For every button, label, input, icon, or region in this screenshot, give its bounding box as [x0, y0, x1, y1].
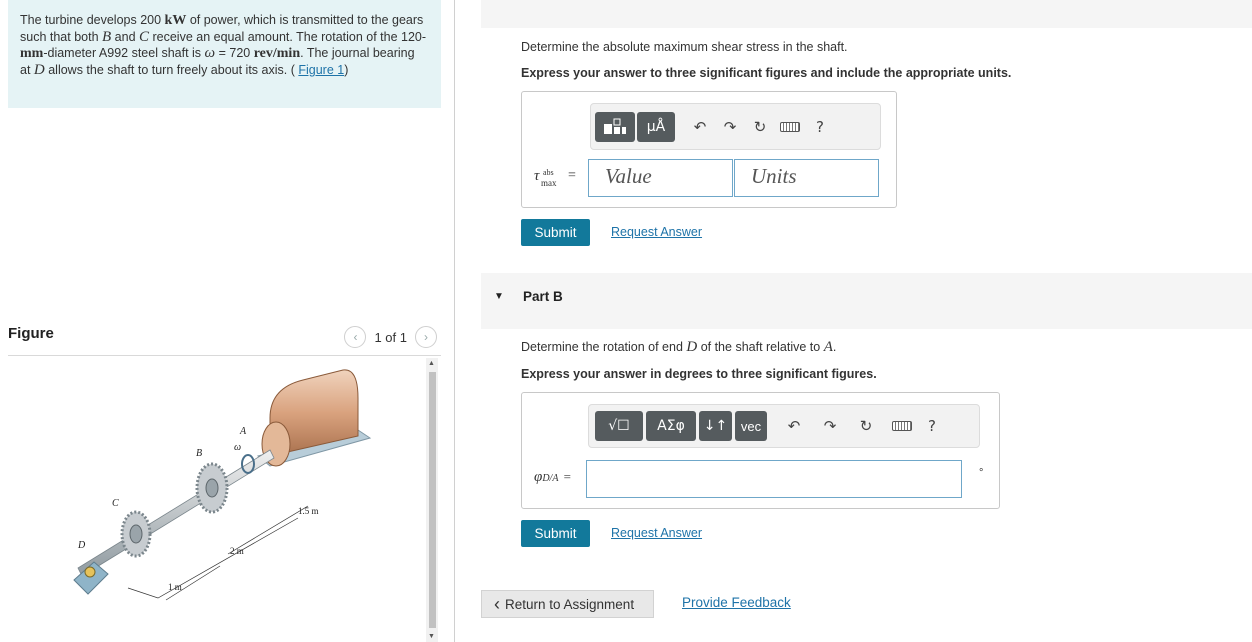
- phi-answer-input[interactable]: [586, 460, 962, 498]
- var-a: A: [823, 339, 833, 355]
- figure-link[interactable]: Figure 1: [298, 63, 344, 77]
- question-text: Determine the rotation of end: [521, 340, 687, 354]
- value-input[interactable]: Value: [588, 159, 733, 197]
- arrows-button[interactable]: ↓↑: [699, 411, 732, 441]
- label-c: C: [112, 498, 119, 509]
- question-text: of the shaft relative to: [697, 340, 824, 354]
- figure-scrollbar[interactable]: ▲ ▼: [426, 358, 438, 642]
- provide-feedback-link[interactable]: Provide Feedback: [682, 595, 791, 610]
- figure-header: Figure ‹ 1 of 1 ›: [8, 322, 441, 356]
- figure-navigation: ‹ 1 of 1 ›: [344, 326, 437, 348]
- part-b-header[interactable]: [481, 273, 1252, 329]
- part-b-request-answer-link[interactable]: Request Answer: [611, 526, 702, 540]
- next-figure-button[interactable]: ›: [415, 326, 437, 348]
- speed-unit: rev/min: [253, 46, 301, 61]
- part-b-question: Determine the rotation of end D of the s…: [521, 339, 836, 356]
- part-b-instruction: Express your answer in degrees to three …: [521, 367, 877, 381]
- problem-text: receive an equal amount. The rotation of…: [149, 30, 427, 44]
- column-divider: [454, 0, 455, 642]
- degree-symbol: °: [979, 467, 984, 479]
- templates-icon: [604, 118, 626, 134]
- var-omega: ω: [204, 45, 216, 61]
- help-icon[interactable]: ?: [917, 411, 947, 441]
- scroll-down-icon[interactable]: ▼: [428, 633, 435, 640]
- power-unit: kW: [164, 13, 187, 28]
- chevron-right-icon: ›: [424, 330, 428, 344]
- redo-icon[interactable]: ↷: [815, 411, 845, 441]
- shaft-diagram: A ω B C D 1 m 2 m 1.5 m: [73, 369, 372, 601]
- problem-text: -diameter A992 steel shaft is: [43, 46, 205, 60]
- var-c: C: [139, 29, 150, 45]
- redo-icon[interactable]: ↷: [715, 112, 745, 142]
- reset-icon[interactable]: ↻: [745, 112, 775, 142]
- label-b: B: [196, 448, 202, 459]
- problem-text: allows the shaft to turn freely about it…: [44, 63, 295, 77]
- scroll-up-icon[interactable]: ▲: [428, 360, 435, 367]
- return-label: Return to Assignment: [505, 596, 635, 612]
- part-b-answer-box: √☐ ΑΣφ ↓↑ vec ↶ ↷ ↻ ? φD/A = °: [521, 392, 1000, 509]
- problem-text: ): [344, 63, 349, 77]
- max-subscript: max: [541, 178, 557, 188]
- units-input[interactable]: Units: [734, 159, 879, 197]
- collapse-caret-icon[interactable]: ▼: [494, 291, 504, 302]
- part-a-question: Determine the absolute maximum shear str…: [521, 40, 848, 54]
- part-b-toolbar: √☐ ΑΣφ ↓↑ vec ↶ ↷ ↻ ?: [588, 404, 980, 448]
- templates-button[interactable]: [595, 111, 635, 142]
- part-a-header-band: [481, 0, 1252, 28]
- chevron-left-icon: ‹: [494, 594, 500, 614]
- part-b-submit-button[interactable]: Submit: [521, 520, 590, 547]
- dim-1m: 1 m: [168, 582, 182, 592]
- label-d: D: [77, 540, 86, 551]
- part-a-toolbar: μÅ ↶ ↷ ↻ ?: [590, 103, 881, 150]
- reset-icon[interactable]: ↻: [851, 411, 881, 441]
- question-text: .: [832, 340, 837, 354]
- figure-image: A ω B C D 1 m 2 m 1.5 m: [8, 358, 426, 642]
- figure-counter: 1 of 1: [374, 329, 407, 345]
- tau-abs-max-label: τ abs max =: [534, 168, 576, 188]
- root-templates-button[interactable]: √☐: [595, 411, 643, 441]
- label-a: A: [239, 426, 247, 437]
- problem-statement: The turbine develops 200 kW of power, wh…: [8, 0, 441, 108]
- var-d: D: [33, 62, 45, 78]
- phi-d-a-label: φD/A =: [534, 469, 571, 486]
- prev-figure-button[interactable]: ‹: [344, 326, 367, 348]
- help-icon[interactable]: ?: [805, 112, 835, 142]
- scroll-thumb[interactable]: [429, 372, 436, 628]
- keyboard-icon[interactable]: [775, 112, 805, 142]
- label-omega: ω: [234, 442, 241, 453]
- units-button[interactable]: μÅ: [637, 111, 675, 142]
- tau-symbol: τ: [534, 168, 540, 184]
- part-a-submit-button[interactable]: Submit: [521, 219, 590, 246]
- part-a-instruction: Express your answer to three significant…: [521, 66, 1012, 80]
- return-to-assignment-button[interactable]: ‹ Return to Assignment: [481, 590, 654, 618]
- var-b: B: [102, 29, 112, 45]
- undo-icon[interactable]: ↶: [779, 411, 809, 441]
- equals-sign: =: [568, 168, 576, 183]
- var-d: D: [686, 339, 698, 355]
- dim-1-5m: 1.5 m: [298, 506, 319, 516]
- greek-symbols-button[interactable]: ΑΣφ: [646, 411, 696, 441]
- d-a-subscript: D/A: [542, 473, 559, 484]
- undo-icon[interactable]: ↶: [685, 112, 715, 142]
- dim-2m: 2 m: [230, 546, 244, 556]
- vector-button[interactable]: vec: [735, 411, 767, 441]
- abs-superscript: abs: [543, 168, 554, 177]
- problem-text: = 720: [215, 46, 254, 60]
- problem-text: and: [111, 30, 139, 44]
- chevron-left-icon: ‹: [353, 330, 358, 344]
- equals-sign: =: [563, 469, 572, 484]
- mm-unit: mm: [20, 46, 44, 61]
- part-a-answer-box: μÅ ↶ ↷ ↻ ? τ abs max = Value Units: [521, 91, 897, 208]
- part-a-request-answer-link[interactable]: Request Answer: [611, 225, 702, 239]
- figure-title: Figure: [8, 325, 54, 342]
- part-b-title: Part B: [523, 289, 563, 304]
- problem-text: The turbine develops 200: [20, 13, 165, 27]
- keyboard-icon[interactable]: [887, 411, 917, 441]
